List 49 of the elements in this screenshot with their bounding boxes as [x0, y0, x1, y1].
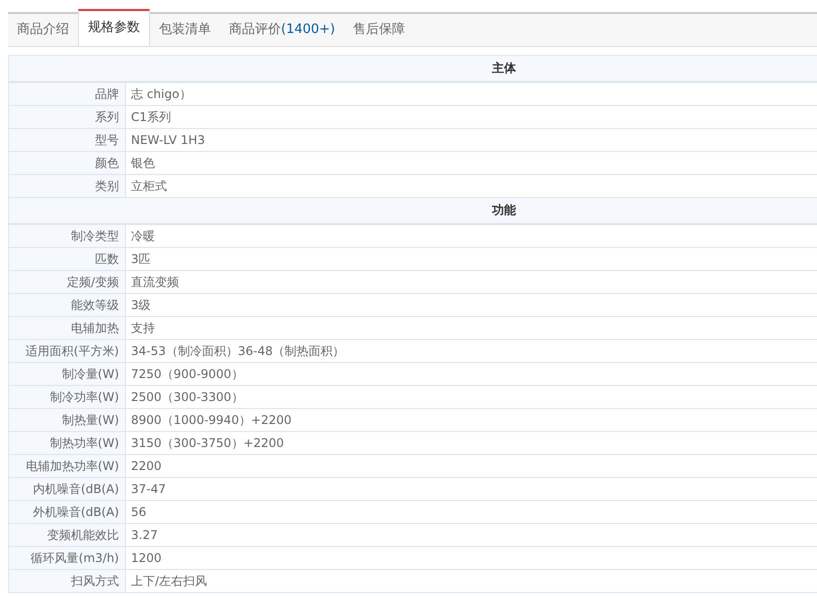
spec-label: 适用面积(平方米) — [9, 340, 126, 362]
spec-label: 循环风量(m3/h) — [9, 547, 126, 569]
spec-value: 37-47 — [130, 481, 166, 498]
spec-value: NEW-LV 1H3 — [130, 132, 205, 149]
tab[interactable]: 规格参数 — [78, 9, 150, 46]
spec-label: 制冷功率(W) — [9, 386, 126, 408]
spec-value: 56 — [130, 504, 146, 521]
spec-label: 颜色 — [9, 152, 126, 174]
spec-value: 银色 — [130, 155, 155, 172]
spec-label: 制冷类型 — [9, 225, 126, 247]
spec-value: 2200 — [130, 458, 162, 475]
tab[interactable]: 包装清单 — [150, 14, 220, 46]
spec-value: 志 chigo） — [130, 86, 192, 103]
spec-value: 支持 — [130, 320, 155, 337]
tab[interactable]: 商品介绍 — [8, 14, 78, 46]
spec-value: 3150（300-3750）+2200 — [130, 435, 284, 452]
spec-label: 变频机能效比 — [9, 524, 126, 546]
spec-label: 制热量(W) — [9, 409, 126, 431]
spec-label: 系列 — [9, 106, 126, 128]
spec-label: 类别 — [9, 175, 126, 197]
spec-label: 电辅加热功率(W) — [9, 455, 126, 477]
section-title: 功能 — [492, 202, 516, 219]
spec-value: C1系列 — [130, 109, 172, 126]
spec-label: 定频/变频 — [9, 271, 126, 293]
spec-label: 制热功率(W) — [9, 432, 126, 454]
spec-value: 3匹 — [130, 251, 151, 268]
spec-label: 内机噪音(dB(A) — [9, 478, 126, 500]
section-title: 主体 — [492, 60, 516, 77]
spec-value: 1200 — [130, 550, 162, 567]
spec-value: 34-53（制冷面积）36-48（制热面积） — [130, 343, 345, 360]
spec-value: 7250（900-9000） — [130, 366, 244, 383]
spec-value: 3.27 — [130, 527, 158, 544]
spec-value: 冷暖 — [130, 228, 155, 245]
spec-label: 外机噪音(dB(A) — [9, 501, 126, 523]
spec-value: 8900（1000-9940）+2200 — [130, 412, 292, 429]
spec-value: 立柜式 — [130, 178, 167, 195]
spec-label: 型号 — [9, 129, 126, 151]
spec-value: 上下/左右扫风 — [130, 573, 208, 590]
spec-label: 电辅加热 — [9, 317, 126, 339]
spec-label: 品牌 — [9, 83, 126, 105]
spec-value: 3级 — [130, 297, 151, 314]
spec-label: 能效等级 — [9, 294, 126, 316]
tab[interactable]: 售后保障 — [344, 14, 414, 46]
spec-label: 制冷量(W) — [9, 363, 126, 385]
spec-value: 2500（300-3300） — [130, 389, 244, 406]
spec-label: 匹数 — [9, 248, 126, 270]
spec-label: 扫风方式 — [9, 570, 126, 592]
spec-value: 直流变频 — [130, 274, 179, 291]
tab[interactable]: 商品评价(1400+) — [220, 14, 344, 46]
